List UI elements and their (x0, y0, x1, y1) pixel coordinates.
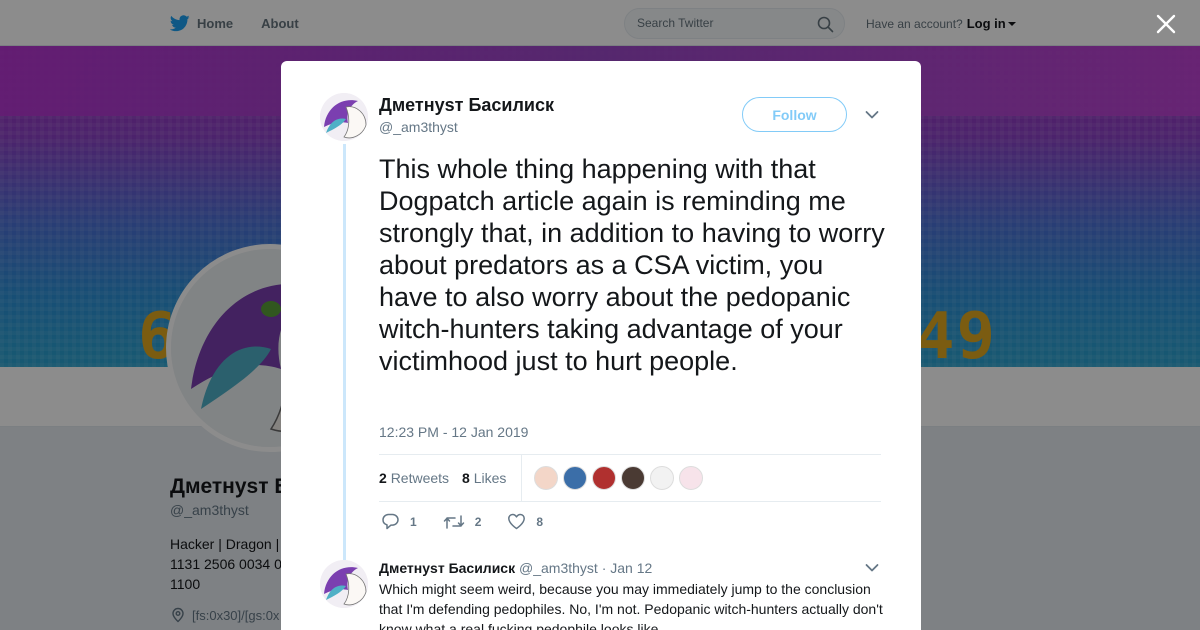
liker-avatar[interactable] (563, 466, 588, 490)
retweets-stat[interactable]: 2 Retweets (379, 470, 449, 486)
tweet-text: This whole thing happening with that Dog… (379, 154, 885, 376)
likers-avatars (534, 466, 708, 490)
reply-button[interactable]: 1 (381, 513, 417, 530)
author-avatar[interactable] (320, 93, 368, 141)
tweet-stats: 2 Retweets 8 Likes (379, 454, 881, 502)
reply-count: 1 (410, 514, 417, 529)
liker-avatar[interactable] (650, 466, 675, 490)
chevron-down-icon[interactable] (865, 110, 879, 120)
thread-line (343, 144, 346, 561)
retweet-icon (443, 514, 464, 529)
stats-divider (521, 454, 523, 502)
reply-author-handle[interactable]: @_am3thyst (519, 560, 598, 576)
liker-avatar[interactable] (679, 466, 704, 490)
close-icon[interactable] (1152, 10, 1180, 38)
like-count: 8 (536, 514, 544, 529)
author-handle[interactable]: @_am3thyst (379, 119, 458, 135)
reply-author-name[interactable]: Дметнуѕт Басилиск (379, 560, 515, 576)
likes-label: Likes (473, 470, 507, 486)
tweet-timestamp[interactable]: 12:23 PM - 12 Jan 2019 (379, 424, 528, 440)
tweet-actions: 1 2 8 (381, 513, 569, 530)
retweets-label: Retweets (390, 470, 450, 486)
tweet-modal: Дметнуѕт Басилиск @_am3thyst Follow This… (281, 61, 921, 630)
retweet-button[interactable]: 2 (443, 514, 482, 530)
reply-icon (382, 513, 399, 530)
retweet-count: 2 (474, 514, 482, 529)
heart-icon (508, 513, 526, 530)
reply-date[interactable]: Jan 12 (610, 560, 652, 576)
chevron-down-icon[interactable] (865, 563, 879, 573)
liker-avatar[interactable] (621, 466, 646, 490)
liker-avatar[interactable] (592, 466, 617, 490)
reply-text: Which might seem weird, because you may … (379, 581, 883, 630)
reply-header: Дметнуѕт Басилиск @_am3thyst · Jan 12 (379, 560, 652, 576)
like-button[interactable]: 8 (507, 513, 543, 530)
likes-count: 8 (462, 470, 470, 486)
follow-button[interactable]: Follow (742, 97, 847, 132)
reply-avatar-art (320, 560, 368, 608)
reply-author-avatar[interactable] (320, 560, 368, 608)
reply-separator: · (601, 560, 607, 576)
author-name[interactable]: Дметнуѕт Басилиск (379, 95, 554, 116)
liker-avatar[interactable] (534, 466, 559, 490)
retweets-count: 2 (379, 470, 387, 486)
likes-stat[interactable]: 8 Likes (462, 470, 506, 486)
author-avatar-art (320, 93, 368, 141)
